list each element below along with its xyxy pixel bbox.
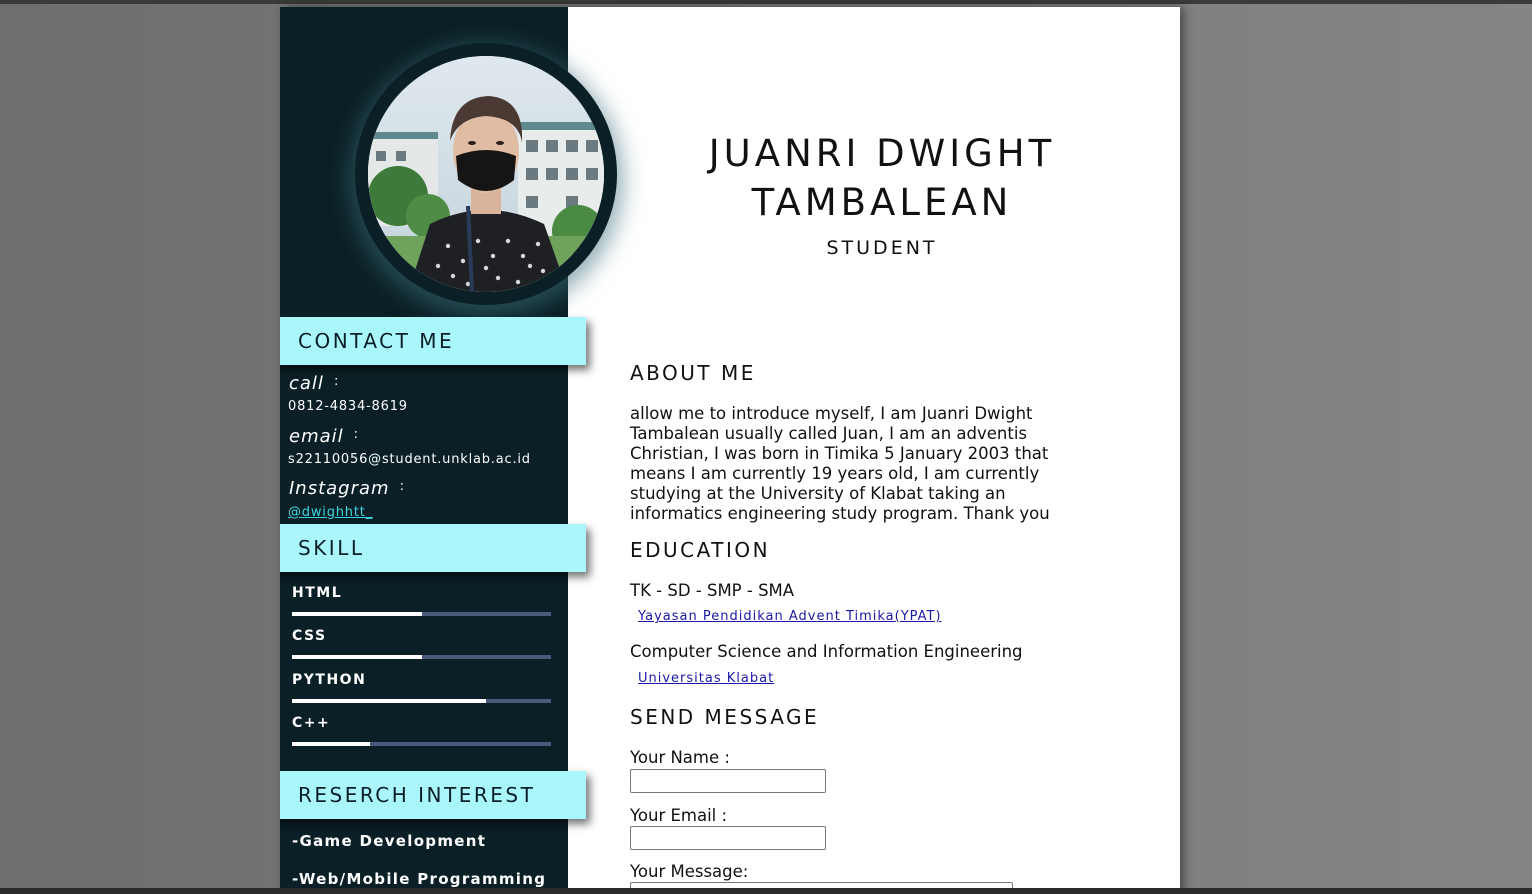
sidebar: CONTACT ME call: 0812-4834-8619 email: s… <box>280 7 617 894</box>
contact-instagram-label: Instagram: <box>289 478 405 499</box>
resume-page: CONTACT ME call: 0812-4834-8619 email: s… <box>280 7 1180 894</box>
skill-cpp-label: C++ <box>292 715 331 731</box>
skill-css-fill <box>292 655 422 659</box>
about-text: allow me to introduce myself, I am Juanr… <box>630 404 1050 523</box>
about-heading: ABOUT ME <box>630 361 756 385</box>
skill-python-fill <box>292 699 487 703</box>
browser-bottom-edge <box>0 888 1532 894</box>
call-label-text: call <box>289 373 324 394</box>
name-input[interactable] <box>630 769 826 793</box>
education-level: Computer Science and Information Enginee… <box>630 642 1023 661</box>
message-field-label: Your Message: <box>630 862 749 881</box>
interest-item: -Web/Mobile Programming <box>292 870 547 888</box>
name-field-label: Your Name : <box>630 748 730 767</box>
education-level: TK - SD - SMP - SMA <box>630 581 795 600</box>
skill-python-bar <box>292 699 551 703</box>
skill-python-label: PYTHON <box>292 672 367 688</box>
email-colon: : <box>353 427 360 442</box>
education-heading: EDUCATION <box>630 538 771 562</box>
instagram-label-text: Instagram <box>289 478 390 499</box>
skill-html-label: HTML <box>292 585 343 601</box>
profile-name: JUANRI DWIGHT TAMBALEAN <box>568 129 1180 227</box>
call-colon: : <box>333 374 340 389</box>
education-school-link[interactable]: Yayasan Pendidikan Advent Timika(YPAT) <box>638 609 942 624</box>
contact-phone: 0812-4834-8619 <box>288 399 408 414</box>
email-label-text: email <box>289 426 344 447</box>
research-interest-heading: RESERCH INTEREST <box>280 771 586 819</box>
profile-role: STUDENT <box>826 237 938 259</box>
send-message-heading: SEND MESSAGE <box>630 705 820 729</box>
main-content: JUANRI DWIGHT TAMBALEAN STUDENT ABOUT ME… <box>568 7 1180 894</box>
skill-heading: SKILL <box>280 524 586 572</box>
skill-cpp-fill <box>292 742 370 746</box>
email-input[interactable] <box>630 826 826 850</box>
name-line-2: TAMBALEAN <box>751 181 1013 224</box>
email-field-label: Your Email : <box>630 806 728 825</box>
instagram-link[interactable]: @dwighhtt_ <box>288 505 373 520</box>
education-school-link[interactable]: Universitas Klabat <box>638 671 774 686</box>
interest-item: -Game Development <box>292 832 487 850</box>
skill-css-label: CSS <box>292 628 327 644</box>
skill-html-bar <box>292 612 551 616</box>
contact-email-label: email: <box>289 426 359 447</box>
skill-cpp-bar <box>292 742 551 746</box>
contact-instagram-wrap: @dwighhtt_ <box>288 505 373 520</box>
instagram-colon: : <box>399 479 405 494</box>
skill-css-bar <box>292 655 551 659</box>
browser-top-edge <box>0 0 1532 4</box>
name-line-1: JUANRI DWIGHT <box>708 132 1056 175</box>
contact-email: s22110056@student.unklab.ac.id <box>288 452 531 467</box>
skill-html-fill <box>292 612 422 616</box>
contact-call-label: call: <box>289 373 339 394</box>
contact-heading: CONTACT ME <box>280 317 586 365</box>
